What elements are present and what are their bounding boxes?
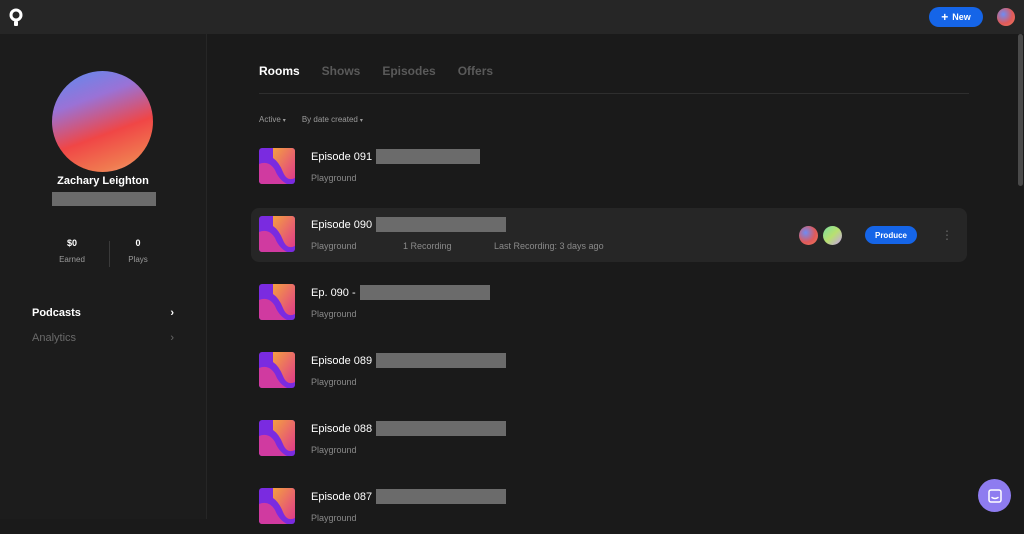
room-row[interactable]: Episode 088 Playground — [251, 412, 967, 466]
room-title-text: Ep. 090 - — [311, 286, 356, 299]
room-thumbnail — [259, 352, 295, 388]
room-title: Episode 089 — [311, 353, 507, 368]
scrollbar-thumb[interactable] — [1018, 34, 1023, 186]
room-title: Episode 088 — [311, 421, 507, 436]
caret-down-icon: ▾ — [282, 118, 286, 124]
room-row[interactable]: Episode 089 Playground — [251, 344, 967, 398]
tab-shows[interactable]: Shows — [322, 64, 361, 78]
room-meta: Playground 1 Recording Last Recording: 3… — [311, 241, 604, 251]
main-content: Rooms Shows Episodes Offers Active ▾ By d… — [207, 34, 1017, 524]
room-subtitle: Playground — [311, 513, 357, 523]
stat-plays: 0 Plays — [106, 238, 170, 264]
room-thumbnail — [259, 216, 295, 252]
chat-icon — [987, 488, 1002, 503]
room-meta: Playground — [311, 513, 357, 523]
stat-earned: $0 Earned — [40, 238, 104, 264]
redacted-block — [376, 217, 507, 232]
room-row[interactable]: Episode 090 Playground 1 Recording Last … — [251, 208, 967, 262]
room-title: Episode 091 — [311, 149, 481, 164]
room-row[interactable]: Ep. 090 - Playground — [251, 276, 967, 330]
room-thumbnail — [259, 420, 295, 456]
top-bar: + New — [0, 0, 1024, 34]
room-title-text: Episode 088 — [311, 422, 373, 435]
room-thumbnail — [259, 148, 295, 184]
stat-earned-label: Earned — [59, 255, 85, 264]
chevron-right-icon: › — [170, 332, 174, 344]
redacted-block — [376, 489, 507, 504]
tab-episodes[interactable]: Episodes — [382, 64, 435, 78]
room-title-text: Episode 090 — [311, 218, 373, 231]
room-title: Ep. 090 - — [311, 285, 490, 300]
room-meta: Playground — [311, 377, 357, 387]
scrollbar[interactable] — [1017, 34, 1024, 519]
sidebar-item-podcasts[interactable]: Podcasts › — [32, 307, 174, 319]
sort-filter[interactable]: By date created ▾ — [302, 115, 363, 124]
room-meta: Playground — [311, 445, 357, 455]
room-subtitle: Playground — [311, 445, 357, 455]
room-row[interactable]: Episode 091 Playground — [251, 140, 967, 194]
caret-down-icon: ▾ — [359, 118, 363, 124]
room-meta: Playground — [311, 309, 357, 319]
room-last-recording: Last Recording: 3 days ago — [494, 241, 604, 251]
filter-bar: Active ▾ By date created ▾ — [259, 115, 363, 124]
sidebar: Zachary Leighton $0 Earned 0 Plays Podca… — [0, 34, 207, 519]
sidebar-item-label: Analytics — [32, 332, 77, 344]
participant-avatar — [799, 226, 818, 245]
room-recordings: 1 Recording — [403, 241, 452, 251]
produce-button[interactable]: Produce — [865, 226, 917, 244]
new-button[interactable]: + New — [929, 7, 983, 27]
plus-icon: + — [941, 10, 949, 24]
room-subtitle: Playground — [311, 241, 357, 251]
sidebar-item-label: Podcasts — [32, 307, 81, 319]
profile-stats: $0 Earned 0 Plays — [40, 238, 176, 270]
stat-plays-value: 0 — [135, 238, 141, 248]
room-subtitle: Playground — [311, 309, 357, 319]
status-filter-label: Active — [259, 115, 281, 124]
new-button-label: New — [952, 12, 971, 22]
status-filter[interactable]: Active ▾ — [259, 115, 286, 124]
participant-avatar — [823, 226, 842, 245]
profile-name: Zachary Leighton — [57, 175, 149, 187]
stat-plays-label: Plays — [128, 255, 148, 264]
sidebar-item-analytics[interactable]: Analytics › — [32, 332, 174, 344]
room-meta: Playground — [311, 173, 357, 183]
room-subtitle: Playground — [311, 173, 357, 183]
room-title-text: Episode 091 — [311, 150, 373, 163]
tab-offers[interactable]: Offers — [458, 64, 493, 78]
room-title-text: Episode 089 — [311, 354, 373, 367]
room-participants — [799, 226, 842, 245]
redacted-block — [376, 421, 507, 436]
chevron-right-icon: › — [170, 307, 174, 319]
room-thumbnail — [259, 284, 295, 320]
more-options-icon[interactable]: ⋮ — [941, 226, 953, 244]
redacted-block — [376, 353, 507, 368]
profile-redacted-field — [52, 192, 156, 206]
tab-rooms[interactable]: Rooms — [259, 64, 300, 78]
room-subtitle: Playground — [311, 377, 357, 387]
tabs-divider — [259, 93, 969, 94]
redacted-block — [359, 285, 490, 300]
chat-button[interactable] — [978, 479, 1011, 512]
room-row[interactable]: Episode 087 Playground — [251, 480, 967, 534]
room-title-text: Episode 087 — [311, 490, 373, 503]
sort-filter-label: By date created — [301, 115, 358, 124]
profile-avatar — [52, 71, 153, 172]
room-title: Episode 090 — [311, 217, 507, 232]
tab-bar: Rooms Shows Episodes Offers — [259, 64, 493, 78]
room-title: Episode 087 — [311, 489, 507, 504]
logo-icon[interactable] — [9, 8, 23, 26]
stat-earned-value: $0 — [66, 238, 77, 248]
user-avatar[interactable] — [997, 8, 1015, 26]
redacted-block — [376, 149, 481, 164]
